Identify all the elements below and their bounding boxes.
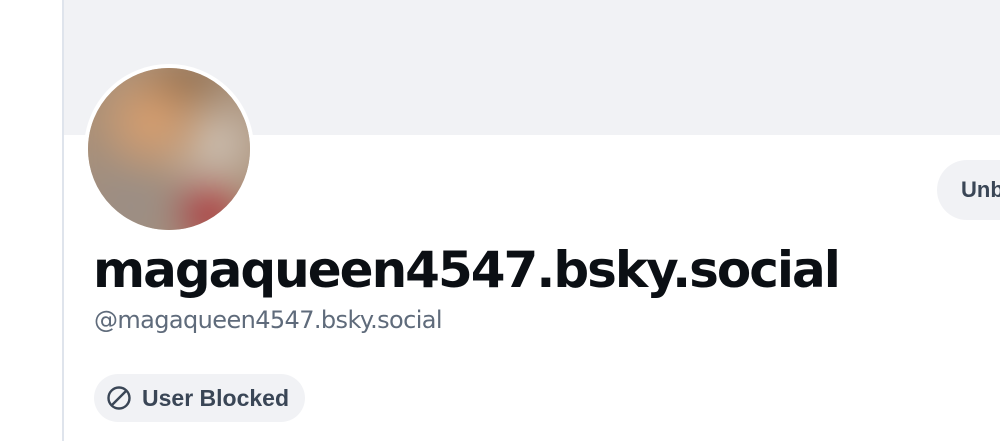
block-icon	[106, 385, 132, 411]
profile-display-name: magaqueen4547.bsky.social	[93, 241, 841, 299]
avatar[interactable]	[84, 64, 254, 234]
profile-handle: @magaqueen4547.bsky.social	[94, 306, 443, 334]
avatar-image-blurred	[88, 68, 250, 230]
profile-page: Unb magaqueen4547.bsky.social @magaqueen…	[0, 0, 1000, 441]
user-blocked-badge: User Blocked	[94, 374, 306, 422]
user-blocked-label: User Blocked	[142, 384, 290, 411]
unblock-button[interactable]: Unb	[937, 160, 1000, 220]
